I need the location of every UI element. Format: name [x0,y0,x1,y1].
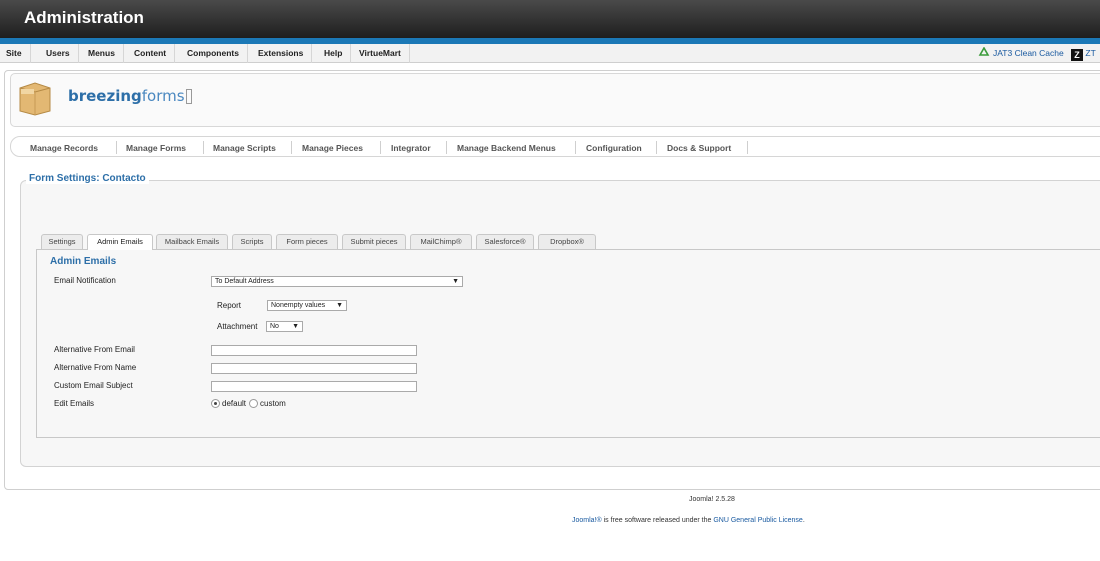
tab-scripts[interactable]: Scripts [232,234,272,249]
submenu-separator [203,141,204,154]
tab-salesforce[interactable]: Salesforce® [476,234,534,249]
logo-text-light: forms [141,87,185,105]
submenu-separator [747,141,748,154]
edit-emails-custom-label: custom [260,399,286,408]
edit-emails-default-label: default [222,399,247,408]
alt-from-name-label: Alternative From Name [54,363,137,372]
package-box-icon [19,82,51,116]
footer-license: Joomla!® is free software released under… [572,517,805,524]
zt-link[interactable]: Z ZT [1071,44,1096,63]
submenu-configuration[interactable]: Configuration [586,142,642,154]
alt-from-email-input[interactable] [211,345,417,356]
attachment-value: No [270,323,279,330]
report-label: Report [217,301,242,310]
menu-site[interactable]: Site [6,44,31,63]
menu-content[interactable]: Content [134,44,176,63]
submenu-separator [380,141,381,154]
submenu-manage-backend-menus[interactable]: Manage Backend Menus [457,142,556,154]
dropdown-arrow-icon: ▼ [452,278,459,285]
form-settings-legend: Form Settings: Contacto [26,173,149,184]
email-notification-value: To Default Address [215,278,274,285]
header-title: Administration [24,8,144,27]
recycle-icon [978,47,990,56]
logo-text-bold: breezing [68,87,142,105]
submenu-separator [656,141,657,154]
top-menubar: Site Users Menus Content Components Exte… [0,44,1100,63]
menu-users[interactable]: Users [46,44,79,63]
submenu-separator [575,141,576,154]
joomla-link[interactable]: Joomla!® [572,517,602,524]
tab-submit-pieces[interactable]: Submit pieces [342,234,406,249]
gnu-license-link[interactable]: GNU General Public License [713,517,803,524]
tab-settings[interactable]: Settings [41,234,83,249]
menu-extensions[interactable]: Extensions [258,44,313,63]
submenu-separator [446,141,447,154]
alt-from-email-label: Alternative From Email [54,345,135,354]
menu-help[interactable]: Help [324,44,352,63]
submenu-manage-forms[interactable]: Manage Forms [126,142,186,154]
edit-emails-custom-radio[interactable] [249,399,258,408]
menu-menus[interactable]: Menus [88,44,124,63]
joomla-version: Joomla! 2.5.28 [689,496,735,503]
attachment-select[interactable]: No ▼ [266,321,303,332]
submenu-manage-pieces[interactable]: Manage Pieces [302,142,363,154]
zt-logo-icon: Z [1071,49,1083,61]
custom-subject-input[interactable] [211,381,417,392]
section-title: Admin Emails [50,256,117,267]
report-value: Nonempty values [271,302,326,309]
submenu-separator [291,141,292,154]
email-notification-label: Email Notification [54,276,116,285]
jat3-clean-cache-label: JAT3 Clean Cache [993,48,1064,58]
alt-from-name-input[interactable] [211,363,417,374]
admin-emails-panel [36,249,1100,438]
tab-dropbox[interactable]: Dropbox® [538,234,596,249]
edit-emails-default-radio[interactable] [211,399,220,408]
tab-admin-emails[interactable]: Admin Emails [87,234,153,250]
submenu-manage-scripts[interactable]: Manage Scripts [213,142,276,154]
tab-form-pieces[interactable]: Form pieces [276,234,338,249]
logo-cursor-icon [185,89,192,104]
admin-header: Administration [0,0,1100,38]
jat3-clean-cache-link[interactable]: JAT3 Clean Cache [978,44,1064,63]
tab-mailback-emails[interactable]: Mailback Emails [156,234,228,249]
report-select[interactable]: Nonempty values ▼ [267,300,347,311]
menu-components[interactable]: Components [187,44,248,63]
dropdown-arrow-icon: ▼ [292,323,299,330]
license-text: is free software released under the [601,517,714,524]
attachment-label: Attachment [217,322,258,331]
license-end: . [802,517,805,524]
email-notification-select[interactable]: To Default Address ▼ [211,276,463,287]
breezingforms-logo: breezingforms [68,87,192,105]
submenu-manage-records[interactable]: Manage Records [30,142,98,154]
zt-label: ZT [1085,48,1096,58]
menu-virtuemart[interactable]: VirtueMart [359,44,410,63]
submenu-docs-support[interactable]: Docs & Support [667,142,731,154]
edit-emails-label: Edit Emails [54,399,95,408]
submenu-integrator[interactable]: Integrator [391,142,431,154]
submenu-separator [116,141,117,154]
custom-subject-label: Custom Email Subject [54,381,133,390]
tab-mailchimp[interactable]: MailChimp® [410,234,472,249]
dropdown-arrow-icon: ▼ [336,302,343,309]
